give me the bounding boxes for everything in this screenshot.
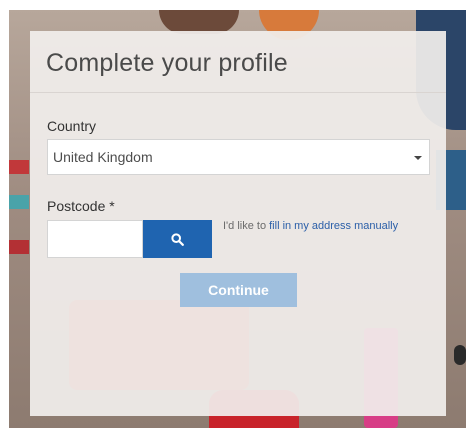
page-title: Complete your profile [46, 49, 288, 77]
manual-address-link[interactable]: fill in my address manually [269, 220, 398, 232]
continue-button[interactable]: Continue [180, 273, 297, 307]
postcode-input[interactable] [47, 220, 143, 258]
profile-card: Complete your profile Country United Kin… [30, 31, 446, 416]
background-shape [9, 160, 29, 174]
background-shape [454, 345, 466, 365]
background-shape [9, 195, 29, 209]
card-header: Complete your profile [30, 31, 446, 93]
search-icon [171, 232, 184, 246]
postcode-label: Postcode * [47, 198, 115, 214]
country-selected-value: United Kingdom [53, 149, 153, 165]
manual-address-prefix: I'd like to [223, 220, 270, 232]
manual-address-text: I'd like to fill in my address manually [223, 220, 398, 232]
country-select[interactable]: United Kingdom [47, 139, 430, 175]
country-label: Country [47, 118, 97, 134]
chevron-down-icon [414, 156, 422, 160]
background-shape [9, 240, 29, 254]
postcode-search-button[interactable] [143, 220, 212, 258]
